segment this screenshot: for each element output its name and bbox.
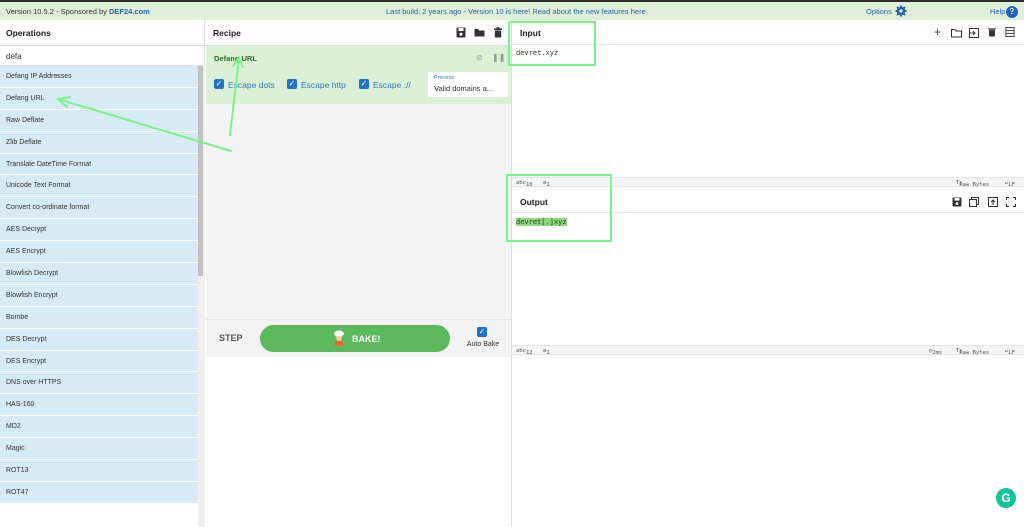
gear-icon[interactable] <box>895 5 907 17</box>
replace-input-icon[interactable] <box>988 197 998 207</box>
operation-item[interactable]: ROT47 <box>0 481 198 504</box>
recipe-operation-card[interactable]: Defang URL ⊘ ❚❚ ✓ Escape dots ✓ Escape h… <box>206 46 511 104</box>
help-link[interactable]: Help <box>990 7 1005 16</box>
auto-bake-checkbox[interactable]: ✓ Auto Bake <box>461 327 505 355</box>
step-button[interactable]: STEP <box>219 333 243 343</box>
recipe-panel: Recipe Defang URL ⊘ ❚❚ ✓ Escape dots ✓ E… <box>205 20 512 527</box>
check-icon: ✓ <box>477 327 487 337</box>
bake-button[interactable]: BAKE! <box>260 325 450 352</box>
process-value: Valid domains a... <box>434 84 494 93</box>
top-banner: Version 10.5.2 - Sponsored by DEF24.com … <box>0 2 1024 20</box>
operation-item[interactable]: DES Decrypt <box>0 328 198 351</box>
bake-bar: STEP BAKE! ✓ Auto Bake <box>206 319 511 357</box>
operation-item[interactable]: Unicode Text Format <box>0 175 198 198</box>
escape-dots-label: Escape dots <box>228 80 275 90</box>
operation-item[interactable]: DNS over HTTPS <box>0 372 198 395</box>
operation-item[interactable]: Defang URL <box>0 87 198 110</box>
input-eol-value: LF <box>1008 182 1015 188</box>
sponsor-link[interactable]: DEF24.com <box>109 7 150 16</box>
trash-icon[interactable] <box>493 27 503 38</box>
copy-icon[interactable] <box>969 197 979 207</box>
output-annotation-box <box>506 174 612 242</box>
operations-title: Operations <box>0 20 204 46</box>
operation-item[interactable]: Blowfish Encrypt <box>0 284 198 307</box>
help-icon[interactable]: ? <box>1006 6 1018 18</box>
operation-item[interactable]: Defang IP Addresses <box>0 66 198 88</box>
bake-label: BAKE! <box>352 334 381 344</box>
input-format-value: Raw Bytes <box>959 182 990 188</box>
output-time-value: 2ms <box>932 350 943 356</box>
input-eol[interactable]: ↵ LF <box>1005 180 1015 188</box>
layout-icon[interactable] <box>1005 27 1015 37</box>
open-file-icon[interactable] <box>969 28 979 38</box>
version-prefix: Version 10.5.2 - Sponsored by <box>6 7 109 16</box>
operation-item[interactable]: Translate DateTime Format <box>0 153 198 176</box>
check-icon: ✓ <box>287 79 297 89</box>
check-icon: ✓ <box>359 79 369 89</box>
output-format[interactable]: TT Raw Bytes <box>956 348 989 356</box>
pause-icon[interactable]: ❚❚ <box>492 53 505 62</box>
save-recipe-icon[interactable] <box>456 27 466 38</box>
version-text: Version 10.5.2 - Sponsored by DEF24.com <box>6 7 150 16</box>
operation-item[interactable]: Convert co-ordinate format <box>0 197 198 220</box>
auto-bake-label: Auto Bake <box>466 341 500 348</box>
output-time: ◷ 2ms <box>929 348 943 356</box>
input-annotation-box <box>508 21 596 66</box>
build-notice-link[interactable]: Last build: 2 years ago - Version 10 is … <box>386 7 646 16</box>
output-format-value: Raw Bytes <box>959 350 990 356</box>
output-length: abc 12 <box>516 348 533 356</box>
output-lines: ≡ 1 <box>543 348 550 356</box>
operations-panel: Operations defa Defang IP Addresses Defa… <box>0 20 205 527</box>
operation-item[interactable]: MD2 <box>0 416 198 439</box>
disable-icon[interactable]: ⊘ <box>476 53 483 62</box>
operation-item[interactable]: Bombe <box>0 306 198 329</box>
operation-item[interactable]: Magic <box>0 438 198 461</box>
maximise-icon[interactable] <box>1006 197 1016 207</box>
recipe-operation-title: Defang URL <box>214 54 257 63</box>
output-lines-value: 1 <box>546 350 550 356</box>
io-panel: Input + devret.xyz abc 10 ≡ 1 TT Raw Byt… <box>512 20 1024 527</box>
operation-item[interactable]: HAS-160 <box>0 394 198 417</box>
folder-icon[interactable] <box>474 27 485 38</box>
operation-item[interactable]: AES Decrypt <box>0 219 198 242</box>
operation-item[interactable]: Zlib Deflate <box>0 131 198 154</box>
input-format[interactable]: TT Raw Bytes <box>956 180 989 188</box>
operation-item[interactable]: Blowfish Decrypt <box>0 263 198 285</box>
operations-scrollbar[interactable] <box>198 66 205 527</box>
chef-icon <box>334 330 344 346</box>
check-icon: ✓ <box>214 79 224 89</box>
escape-slashes-label: Escape :// <box>373 80 411 90</box>
output-status-bar: abc 12 ≡ 1 ◷ 2ms TT Raw Bytes ↵ LF <box>512 345 1024 356</box>
operations-search-input[interactable]: defa <box>0 46 204 66</box>
operation-item[interactable]: AES Encrypt <box>0 241 198 264</box>
open-folder-icon[interactable] <box>951 28 962 38</box>
recipe-area: Defang URL ⊘ ❚❚ ✓ Escape dots ✓ Escape h… <box>206 46 511 319</box>
operation-item[interactable]: DES Encrypt <box>0 350 198 373</box>
output-length-value: 12 <box>525 350 533 356</box>
clear-input-icon[interactable] <box>987 27 997 37</box>
escape-http-label: Escape http <box>301 80 346 90</box>
output-eol-value: LF <box>1008 350 1015 356</box>
operations-list: Defang IP Addresses Defang URL Raw Defla… <box>0 66 198 527</box>
options-link[interactable]: Options <box>866 7 892 16</box>
add-tab-icon[interactable]: + <box>934 26 944 38</box>
operation-item[interactable]: Raw Deflate <box>0 109 198 132</box>
save-output-icon[interactable] <box>952 197 962 207</box>
operation-item[interactable]: ROT13 <box>0 460 198 482</box>
operations-scroll-thumb[interactable] <box>198 66 203 276</box>
process-select[interactable]: Process Valid domains a... <box>428 72 508 97</box>
process-caption: Process <box>434 75 454 81</box>
grammarly-icon[interactable]: G <box>996 488 1016 508</box>
output-eol[interactable]: ↵ LF <box>1005 348 1015 356</box>
